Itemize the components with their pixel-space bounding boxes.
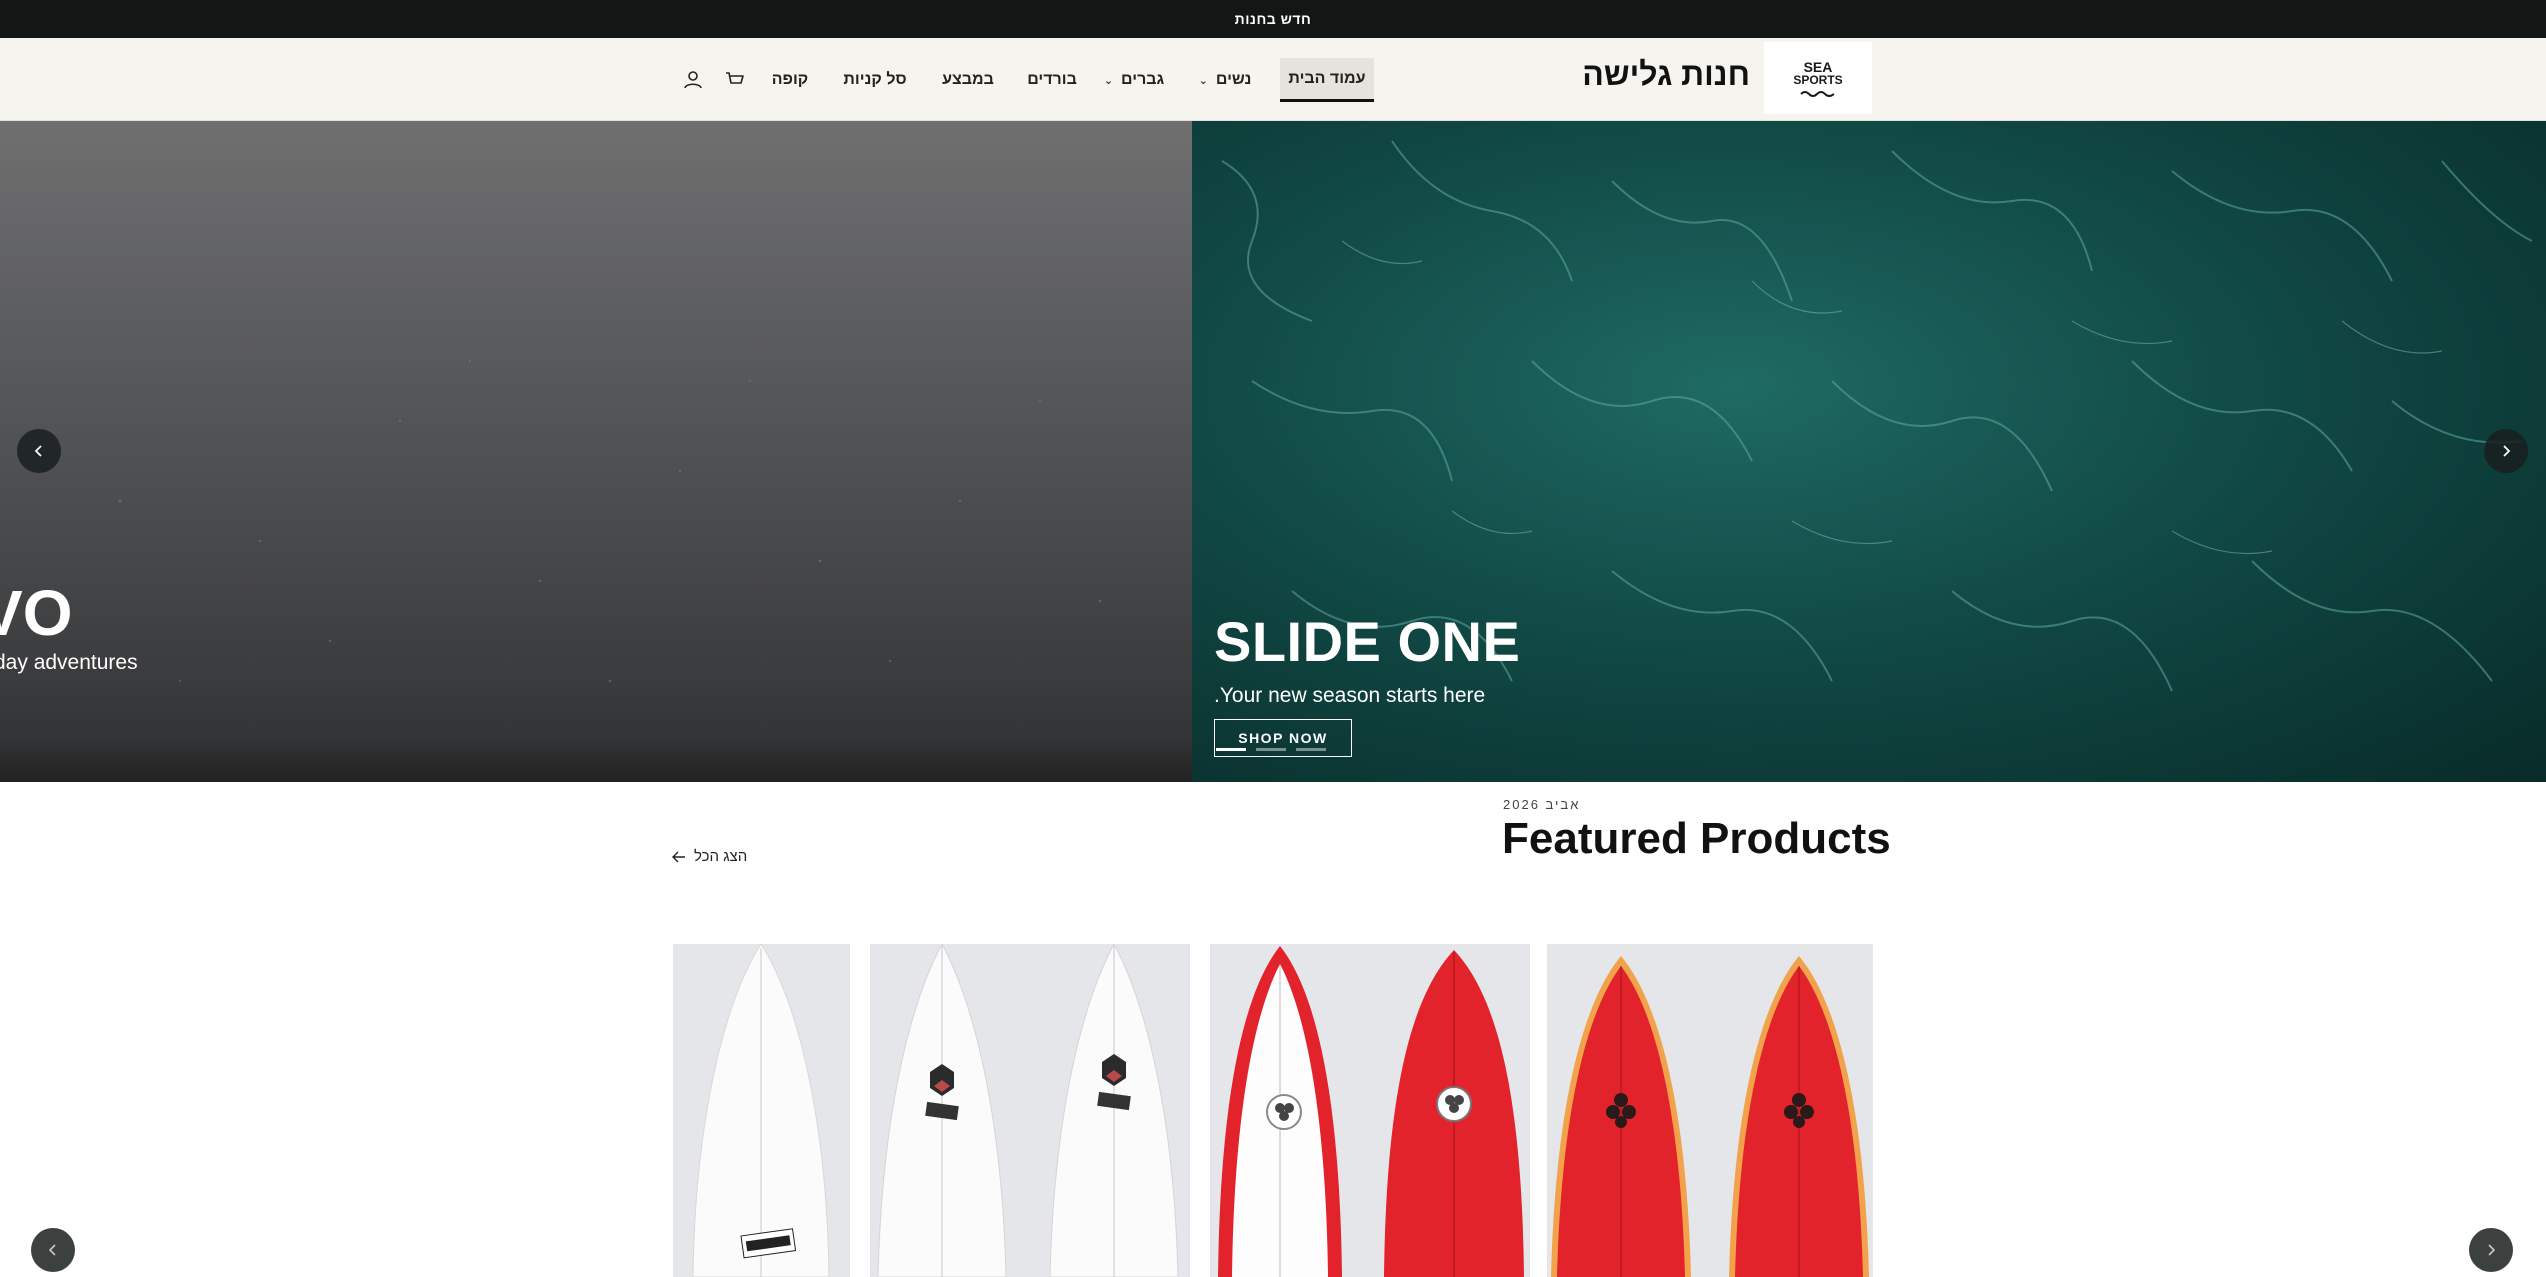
nav-item-label: בורדים bbox=[1027, 71, 1077, 88]
shop-name[interactable]: חנות גלישה bbox=[1560, 56, 1750, 93]
shop-now-button[interactable]: SHOP NOW bbox=[1214, 719, 1352, 757]
chevron-right-icon bbox=[2503, 445, 2511, 457]
nav-item-label: סל קניות bbox=[843, 71, 907, 88]
nav-item-boards[interactable]: בורדים bbox=[1024, 58, 1080, 102]
hero-slide-two bbox=[0, 121, 1192, 782]
account-icon[interactable] bbox=[681, 68, 705, 92]
slider-dot[interactable] bbox=[1296, 748, 1326, 751]
hero-slide-one bbox=[1192, 121, 2546, 782]
chevron-left-icon bbox=[48, 1244, 56, 1256]
product-card[interactable] bbox=[1547, 944, 1873, 1277]
nav-item-men[interactable]: גברים ⌄ bbox=[1098, 58, 1170, 102]
chevron-down-icon: ⌄ bbox=[1103, 74, 1114, 87]
nav-item-home[interactable]: עמוד הבית bbox=[1280, 58, 1374, 102]
products-next-button[interactable] bbox=[2469, 1228, 2513, 1272]
shop-now-label: SHOP NOW bbox=[1238, 730, 1328, 746]
red-fish-surfboard-image bbox=[1551, 956, 1869, 1277]
chevron-right-icon bbox=[2488, 1244, 2496, 1256]
product-card[interactable] bbox=[1210, 944, 1530, 1277]
nav-item-women[interactable]: נשים ⌄ bbox=[1192, 58, 1258, 102]
nav-item-sale[interactable]: במבצע bbox=[940, 58, 996, 102]
twin-white-surfboard-image bbox=[877, 944, 1179, 1277]
shore-shadow bbox=[0, 742, 1192, 782]
slide-one-title: SLIDE ONE bbox=[1214, 610, 1521, 673]
season-label: אביב 2026 bbox=[1503, 797, 1581, 812]
chevron-down-icon: ⌄ bbox=[1198, 74, 1208, 87]
slider-indicators bbox=[1216, 748, 1326, 751]
arrow-left-icon bbox=[672, 851, 685, 862]
hero-prev-button[interactable] bbox=[17, 429, 61, 473]
product-card[interactable] bbox=[870, 944, 1190, 1277]
nav-item-label: קופה bbox=[771, 71, 809, 88]
nav-item-label: במבצע bbox=[942, 71, 994, 88]
nav-item-checkout[interactable]: קופה bbox=[770, 58, 810, 102]
slider-dot[interactable] bbox=[1216, 748, 1246, 751]
logo-text-line1: SEA bbox=[1803, 58, 1833, 75]
nav-item-label: נשים bbox=[1215, 71, 1252, 88]
slide-two-title: VO bbox=[0, 577, 73, 649]
view-all-label: הצג הכל bbox=[694, 848, 748, 865]
product-card[interactable] bbox=[673, 944, 850, 1277]
foggy-sea-texture bbox=[118, 360, 1102, 683]
products-prev-button[interactable] bbox=[31, 1228, 75, 1272]
hero-next-button[interactable] bbox=[2484, 429, 2528, 473]
waves-icon bbox=[1800, 90, 1835, 97]
hero-slider: VO day adventures SLIDE ONE .Your new se… bbox=[0, 121, 2546, 782]
announcement-text: חדש בחנות bbox=[1234, 11, 1312, 27]
chevron-left-icon bbox=[34, 445, 42, 457]
site-header: SEA SPORTS חנות גלישה עמוד הבית נשים ⌄ ג… bbox=[0, 38, 2546, 121]
announcement-bar: חדש בחנות bbox=[0, 0, 2546, 38]
logo-text-line2: SPORTS bbox=[1793, 72, 1843, 87]
nav-item-cart[interactable]: סל קניות bbox=[842, 58, 908, 102]
slide-one-subtitle: .Your new season starts here bbox=[1214, 684, 1486, 707]
white-surfboard-image bbox=[692, 944, 830, 1277]
cart-icon[interactable] bbox=[723, 68, 747, 92]
slide-two-subtitle: day adventures bbox=[0, 651, 138, 674]
slider-dot[interactable] bbox=[1256, 748, 1286, 751]
red-surfboard-pair-image bbox=[1218, 946, 1524, 1277]
view-all-link[interactable]: הצג הכל bbox=[672, 848, 747, 865]
ocean-surface-texture bbox=[1221, 140, 2533, 692]
nav-item-label: גברים bbox=[1121, 71, 1165, 88]
store-logo[interactable]: SEA SPORTS bbox=[1764, 42, 1872, 114]
featured-title: Featured Products bbox=[1502, 814, 1891, 863]
nav-item-label: עמוד הבית bbox=[1288, 69, 1366, 87]
